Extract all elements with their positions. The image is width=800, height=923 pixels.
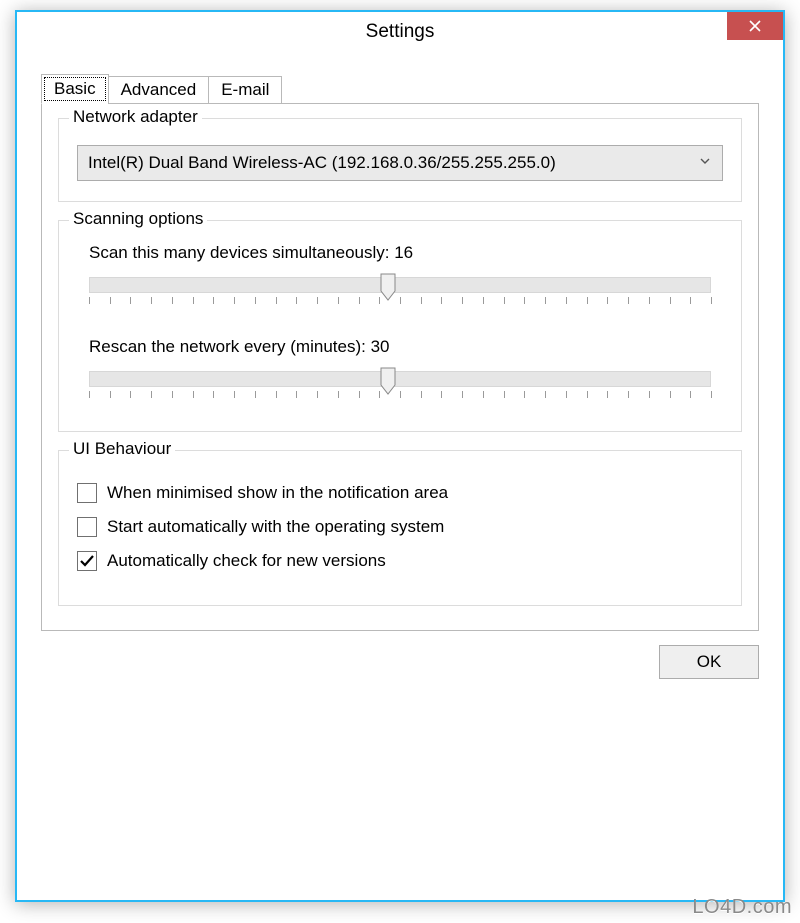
- close-icon: [748, 19, 762, 33]
- client-area: Basic Advanced E-mail Network adapter In…: [17, 52, 783, 900]
- ok-button[interactable]: OK: [659, 645, 759, 679]
- network-adapter-selected: Intel(R) Dual Band Wireless-AC (192.168.…: [88, 153, 556, 173]
- checkbox-tray-label: When minimised show in the notification …: [107, 483, 448, 503]
- watermark: LO4D.com: [684, 892, 800, 923]
- checkbox-update[interactable]: [77, 551, 97, 571]
- group-network-legend: Network adapter: [69, 107, 202, 127]
- close-button[interactable]: [727, 12, 783, 40]
- group-network-adapter: Network adapter Intel(R) Dual Band Wirel…: [58, 118, 742, 202]
- rescan-interval-block: Rescan the network every (minutes): 30: [77, 337, 723, 407]
- slider-ticks: [89, 391, 711, 401]
- tab-panel-basic: Network adapter Intel(R) Dual Band Wirel…: [41, 103, 759, 631]
- scan-simultaneous-slider[interactable]: [89, 269, 711, 313]
- checkbox-update-label: Automatically check for new versions: [107, 551, 386, 571]
- group-ui-behaviour: UI Behaviour When minimised show in the …: [58, 450, 742, 606]
- checkbox-row-startup: Start automatically with the operating s…: [77, 517, 723, 537]
- slider-track: [89, 371, 711, 387]
- scan-simultaneous-value: 16: [394, 243, 413, 262]
- button-row: OK: [41, 645, 759, 679]
- checkbox-row-tray: When minimised show in the notification …: [77, 483, 723, 503]
- checkbox-tray[interactable]: [77, 483, 97, 503]
- titlebar: Settings: [17, 12, 783, 52]
- group-scan-legend: Scanning options: [69, 209, 207, 229]
- scan-simultaneous-label: Scan this many devices simultaneously: 1…: [89, 243, 723, 263]
- group-scanning-options: Scanning options Scan this many devices …: [58, 220, 742, 432]
- chevron-down-icon: [698, 153, 712, 173]
- slider-thumb[interactable]: [380, 367, 396, 395]
- tab-email[interactable]: E-mail: [208, 76, 282, 104]
- tab-advanced[interactable]: Advanced: [108, 76, 210, 104]
- checkbox-startup-label: Start automatically with the operating s…: [107, 517, 444, 537]
- slider-thumb[interactable]: [380, 273, 396, 301]
- checkmark-icon: [79, 553, 95, 569]
- settings-window: Settings Basic Advanced E-mail Network a…: [15, 10, 785, 902]
- rescan-interval-label: Rescan the network every (minutes): 30: [89, 337, 723, 357]
- rescan-interval-slider[interactable]: [89, 363, 711, 407]
- slider-track: [89, 277, 711, 293]
- group-ui-legend: UI Behaviour: [69, 439, 175, 459]
- rescan-interval-value: 30: [371, 337, 390, 356]
- tab-basic[interactable]: Basic: [41, 74, 109, 104]
- scan-simultaneous-block: Scan this many devices simultaneously: 1…: [77, 243, 723, 313]
- checkbox-row-update: Automatically check for new versions: [77, 551, 723, 571]
- tabs: Basic Advanced E-mail: [41, 74, 759, 104]
- slider-ticks: [89, 297, 711, 307]
- checkbox-startup[interactable]: [77, 517, 97, 537]
- window-title: Settings: [17, 12, 783, 51]
- network-adapter-dropdown[interactable]: Intel(R) Dual Band Wireless-AC (192.168.…: [77, 145, 723, 181]
